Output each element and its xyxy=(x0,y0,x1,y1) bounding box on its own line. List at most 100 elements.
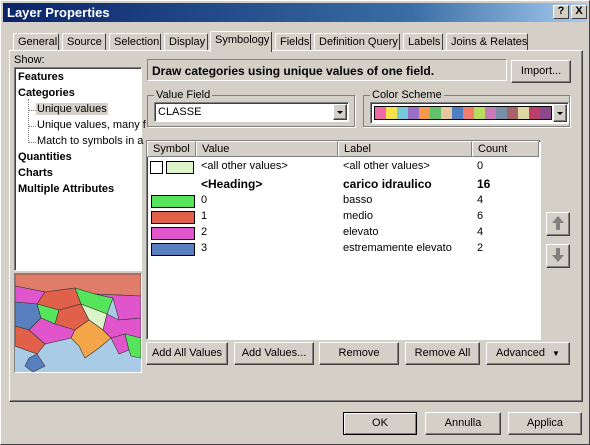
row-count: 16 xyxy=(477,177,491,191)
show-label: Show: xyxy=(14,54,45,66)
row-value: 3 xyxy=(201,242,208,254)
tab-labels[interactable]: Labels xyxy=(403,33,443,51)
row-visibility-checkbox[interactable] xyxy=(150,161,163,174)
row-label: basso xyxy=(343,194,373,206)
tab-fields[interactable]: Fields xyxy=(275,33,311,51)
value-field-select[interactable]: CLASSE xyxy=(154,102,349,122)
row-label: <all other values> xyxy=(343,160,430,172)
tree-item-multiple-attributes[interactable]: Multiple Attributes xyxy=(18,183,114,195)
symbol-swatch[interactable] xyxy=(151,227,195,240)
column-header-symbol[interactable]: Symbol xyxy=(147,141,196,157)
symbol-table: Symbol Value Label Count <all other valu… xyxy=(146,140,541,340)
color-scheme-swatch xyxy=(397,107,408,119)
layer-properties-window: Layer Properties ? X General Source Sele… xyxy=(0,0,590,445)
move-down-button[interactable] xyxy=(546,244,570,268)
row-label: carico idraulico xyxy=(343,177,432,191)
tab-definition-query[interactable]: Definition Query xyxy=(314,33,400,51)
tab-general[interactable]: General xyxy=(13,33,59,51)
row-value: 1 xyxy=(201,210,208,222)
map-preview-image xyxy=(15,274,141,372)
column-header-label[interactable]: Label xyxy=(338,141,472,157)
color-scheme-dropdown-button[interactable] xyxy=(553,104,567,122)
remove-all-button[interactable]: Remove All xyxy=(405,342,480,365)
tree-item-features[interactable]: Features xyxy=(18,71,64,83)
column-header-count[interactable]: Count xyxy=(472,141,539,157)
color-scheme-swatch xyxy=(507,107,518,119)
value-field-dropdown-button[interactable] xyxy=(333,104,347,120)
symbol-swatch[interactable] xyxy=(151,195,195,208)
color-scheme-swatch xyxy=(441,107,452,119)
color-scheme-swatch xyxy=(452,107,463,119)
color-scheme-swatch xyxy=(540,107,551,119)
row-count: 4 xyxy=(477,194,484,206)
tree-item-charts[interactable]: Charts xyxy=(18,167,53,179)
tab-source[interactable]: Source xyxy=(62,33,106,51)
advanced-button[interactable]: Advanced ▼ xyxy=(486,342,570,365)
tab-symbology[interactable]: Symbology xyxy=(210,31,272,52)
import-button[interactable]: Import... xyxy=(511,60,571,83)
row-value: 0 xyxy=(201,194,208,206)
value-field-label: Value Field xyxy=(156,89,211,101)
help-button[interactable]: ? xyxy=(553,5,569,19)
tree-guide-branch xyxy=(28,142,36,143)
close-button[interactable]: X xyxy=(571,5,587,19)
color-scheme-select[interactable] xyxy=(370,102,569,124)
tree-guide-branch xyxy=(28,110,36,111)
color-scheme-swatch xyxy=(386,107,397,119)
color-scheme-swatch xyxy=(463,107,474,119)
color-scheme-swatch xyxy=(474,107,485,119)
table-row[interactable]: 2 elevato 4 xyxy=(147,225,539,241)
row-value: <all other values> xyxy=(201,160,288,172)
table-row-heading[interactable]: <Heading> carico idraulico 16 xyxy=(147,176,539,192)
color-scheme-ramp xyxy=(374,106,552,120)
apply-button[interactable]: Applica xyxy=(508,412,582,435)
color-scheme-swatch xyxy=(419,107,430,119)
color-scheme-swatch xyxy=(496,107,507,119)
table-row[interactable]: 0 basso 4 xyxy=(147,193,539,209)
arrow-down-icon xyxy=(552,248,564,262)
table-row[interactable]: 1 medio 6 xyxy=(147,209,539,225)
tab-joins-relates[interactable]: Joins & Relates xyxy=(446,33,528,51)
tree-item-quantities[interactable]: Quantities xyxy=(18,151,72,163)
description-text: Draw categories using unique values of o… xyxy=(147,59,507,81)
tree-guide-branch xyxy=(28,126,36,127)
row-value: <Heading> xyxy=(201,177,263,191)
tree-item-categories[interactable]: Categories xyxy=(18,87,75,99)
color-scheme-swatch xyxy=(485,107,496,119)
title-bar: Layer Properties xyxy=(3,3,587,22)
tree-item-unique-values-many-fields[interactable]: Unique values, many f xyxy=(37,119,146,131)
add-values-button[interactable]: Add Values... xyxy=(234,342,314,365)
color-scheme-swatch xyxy=(518,107,529,119)
color-scheme-label: Color Scheme xyxy=(372,89,442,101)
table-row[interactable]: 3 estremamente elevato 2 xyxy=(147,241,539,257)
symbol-swatch[interactable] xyxy=(166,161,194,174)
tab-display[interactable]: Display xyxy=(164,33,208,51)
show-tree: Features Categories Unique values Unique… xyxy=(14,67,146,271)
chevron-down-icon: ▼ xyxy=(552,349,560,358)
tab-selection[interactable]: Selection xyxy=(109,33,161,51)
symbol-swatch[interactable] xyxy=(151,243,195,256)
table-row[interactable]: <all other values> <all other values> 0 xyxy=(147,159,539,175)
color-scheme-swatch xyxy=(430,107,441,119)
map-preview xyxy=(14,273,142,373)
advanced-button-label: Advanced xyxy=(496,347,545,359)
color-scheme-swatch xyxy=(375,107,386,119)
move-up-button[interactable] xyxy=(546,212,570,236)
tree-guide-line xyxy=(28,99,29,143)
window-title: Layer Properties xyxy=(7,5,110,20)
row-count: 0 xyxy=(477,160,484,172)
column-header-value[interactable]: Value xyxy=(196,141,338,157)
chevron-down-icon xyxy=(337,111,343,114)
tree-item-unique-values[interactable]: Unique values xyxy=(36,103,108,115)
tree-item-match-to-symbols[interactable]: Match to symbols in a xyxy=(37,135,143,147)
row-label: medio xyxy=(343,210,373,222)
arrow-up-icon xyxy=(552,216,564,230)
cancel-button[interactable]: Annulla xyxy=(425,412,501,435)
row-count: 6 xyxy=(477,210,484,222)
ok-button[interactable]: OK xyxy=(343,412,417,435)
remove-button[interactable]: Remove xyxy=(319,342,399,365)
row-value: 2 xyxy=(201,226,208,238)
add-all-values-button[interactable]: Add All Values xyxy=(146,342,228,365)
color-scheme-swatch xyxy=(408,107,419,119)
symbol-swatch[interactable] xyxy=(151,211,195,224)
